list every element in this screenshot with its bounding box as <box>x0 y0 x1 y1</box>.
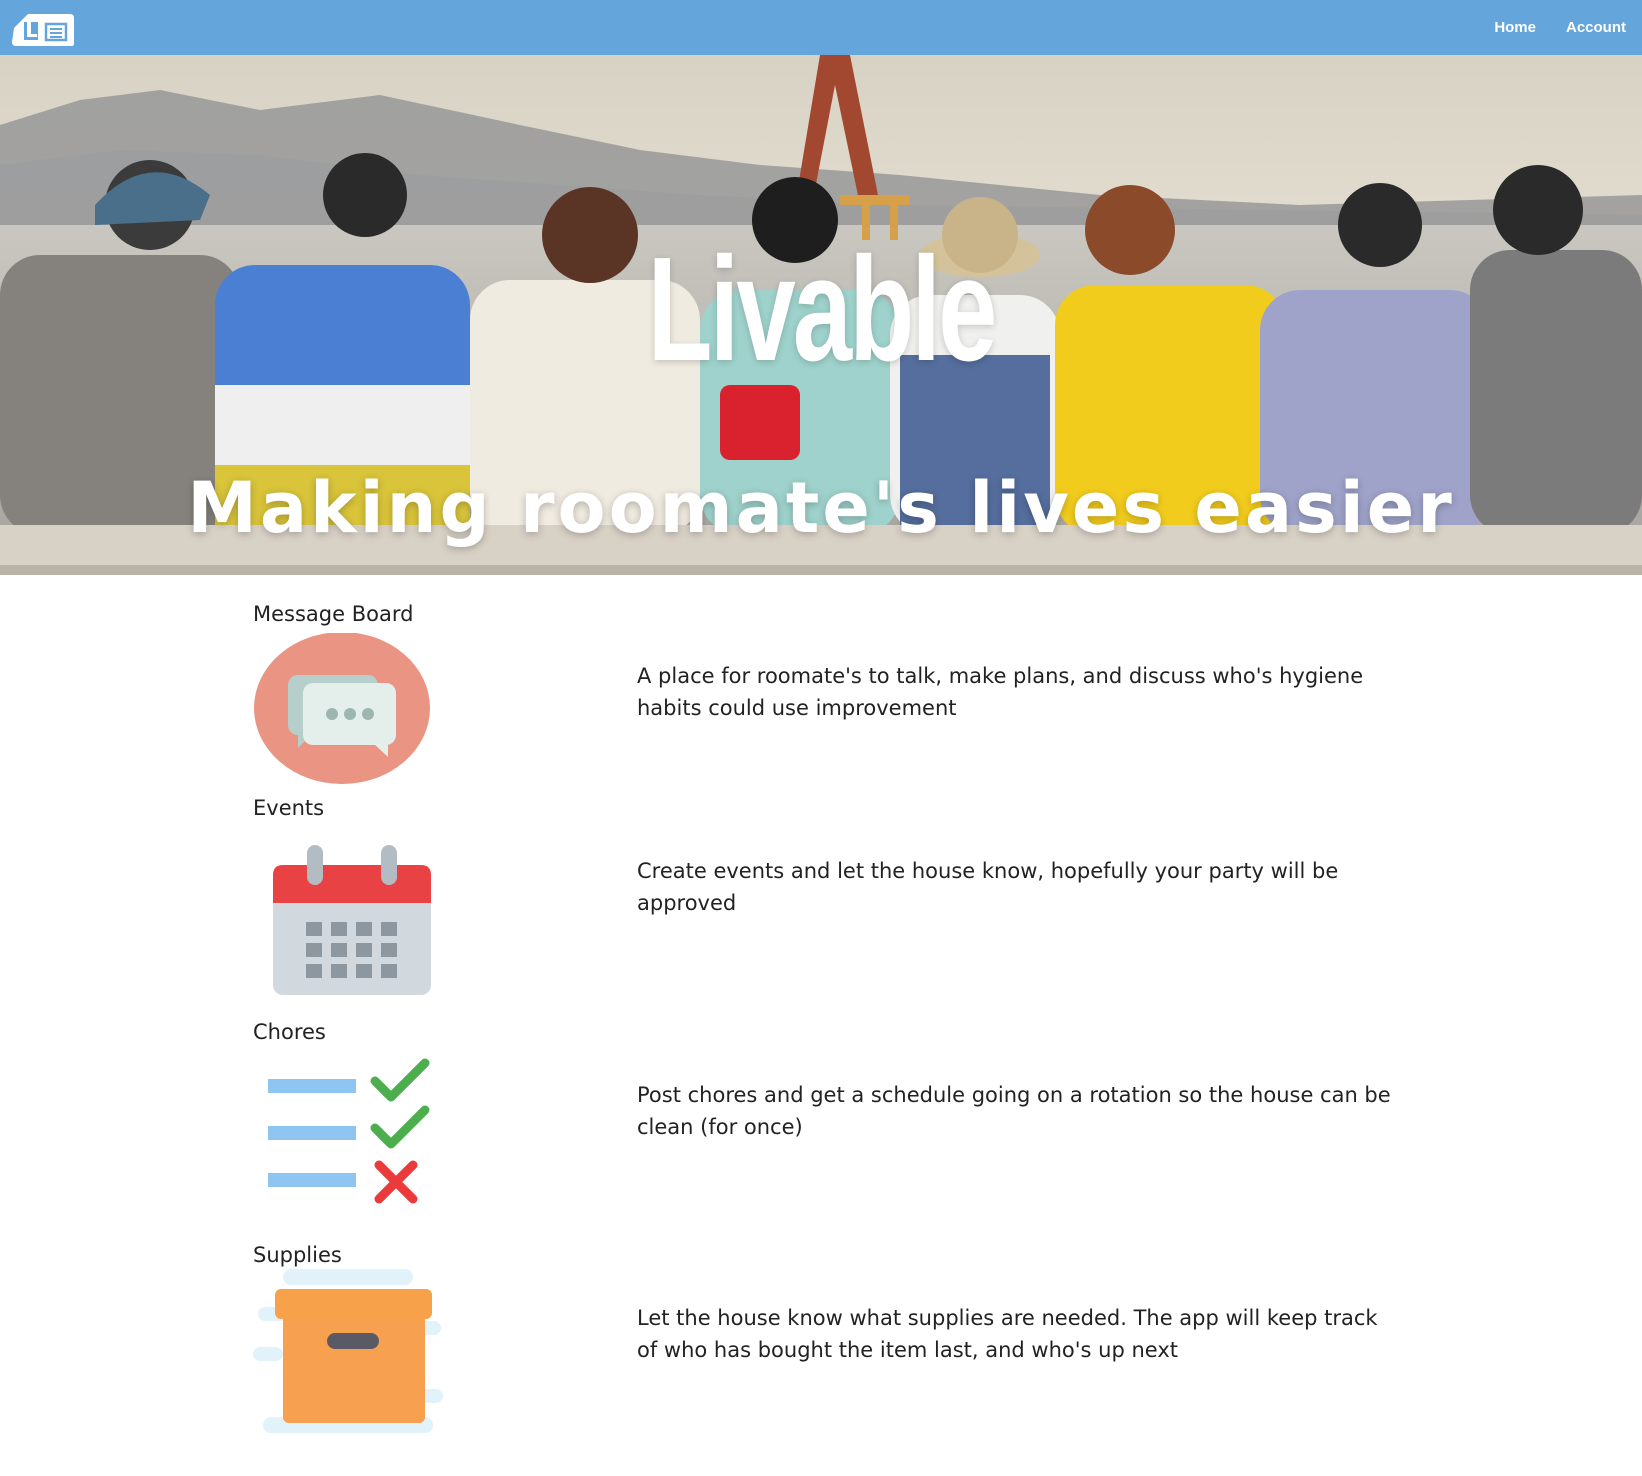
feature-description: Let the house know what supplies are nee… <box>637 1306 1378 1362</box>
checklist-icon[interactable] <box>253 1057 443 1227</box>
supply-box-icon[interactable] <box>253 1269 443 1444</box>
calendar-icon[interactable] <box>253 833 443 1003</box>
nav-account-link[interactable]: Account <box>1566 19 1626 36</box>
nav-links: Home Account <box>1494 19 1626 36</box>
feature-title: Events <box>253 796 325 820</box>
feature-title: Supplies <box>253 1243 342 1267</box>
feature-title: Chores <box>253 1020 326 1044</box>
feature-title: Message Board <box>253 602 414 626</box>
nav-home-link[interactable]: Home <box>1494 19 1536 36</box>
hero-subtitle: Making roomate's lives easier <box>187 467 1455 549</box>
feature-description: Post chores and get a schedule going on … <box>637 1083 1391 1139</box>
top-navbar: Home Account <box>0 0 1642 55</box>
feature-description: Create events and let the house know, ho… <box>637 859 1339 915</box>
chat-bubbles-icon[interactable] <box>253 633 443 803</box>
hero-banner: Livable Making roomate's lives easier <box>0 55 1642 575</box>
feature-description: A place for roomate's to talk, make plan… <box>637 664 1364 720</box>
hero-title: Livable <box>647 227 997 392</box>
livable-logo-icon[interactable] <box>8 8 76 48</box>
